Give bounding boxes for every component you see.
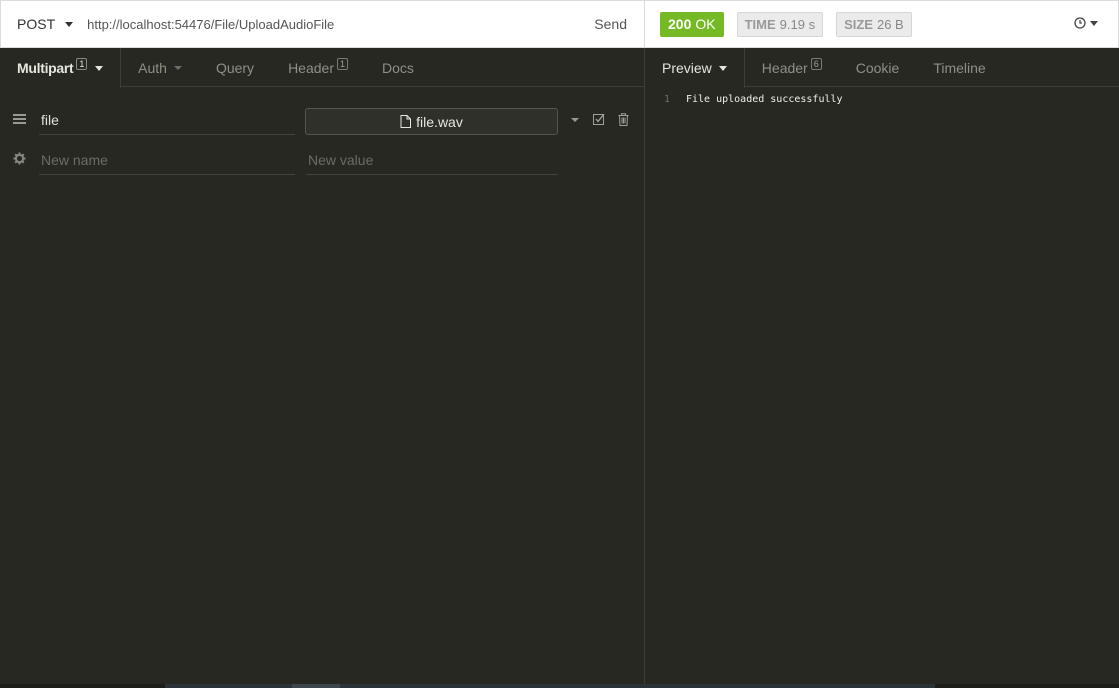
time-label: TIME (744, 16, 776, 32)
tab-preview-label: Preview (662, 60, 712, 76)
size-badge: SIZE 26 B (836, 11, 912, 37)
chevron-down-icon (1090, 20, 1098, 26)
insomnia-app: POST Send Multipart 1 Auth Query Header … (0, 0, 1119, 688)
response-body[interactable]: 1 File uploaded successfully (645, 92, 1119, 106)
new-name-input[interactable] (39, 145, 295, 175)
tab-response-header-label: Header (761, 59, 808, 76)
taskbar-edge (0, 684, 1119, 688)
status-text: OK (695, 16, 716, 32)
chevron-down-icon[interactable] (571, 118, 579, 122)
tab-query-label: Query (215, 59, 255, 76)
status-code: 200 (668, 16, 692, 32)
tab-cookie[interactable]: Cookie (839, 48, 917, 87)
response-pane: 200 OK TIME 9.19 s SIZE 26 B Preview Hea… (645, 0, 1119, 688)
url-input[interactable] (87, 10, 581, 38)
status-badge: 200 OK (660, 11, 724, 37)
tab-multipart-count: 1 (76, 58, 88, 70)
new-value-input[interactable] (306, 145, 558, 175)
tab-response-header-count: 6 (810, 57, 822, 70)
chevron-down-icon (65, 21, 74, 27)
history-dropdown[interactable] (1074, 17, 1098, 29)
chevron-down-icon (173, 65, 182, 70)
gear-icon[interactable] (13, 152, 26, 165)
method-label: POST (17, 16, 56, 32)
time-badge: TIME 9.19 s (736, 11, 824, 37)
response-tabs: Preview Header 6 Cookie Timeline (645, 48, 1119, 88)
multipart-param-row: file.wav (0, 105, 645, 135)
tab-query[interactable]: Query (199, 48, 271, 87)
tab-multipart-label: Multipart (17, 60, 74, 76)
line-number: 1 (663, 93, 670, 105)
line-text: File uploaded successfully (686, 93, 843, 105)
response-line: 1 File uploaded successfully (645, 92, 1119, 106)
file-icon (400, 115, 412, 128)
send-button[interactable]: Send (580, 1, 644, 47)
request-tabs: Multipart 1 Auth Query Header 1 Docs (0, 48, 644, 88)
url-bar: POST Send (0, 0, 645, 48)
tab-header[interactable]: Header 1 (271, 48, 365, 87)
time-value: 9.19 s (779, 16, 816, 32)
tab-header-label: Header (288, 59, 334, 76)
checkbox-icon[interactable] (593, 113, 605, 125)
new-param-row (0, 145, 645, 175)
tab-docs-label: Docs (382, 59, 414, 76)
file-name-label: file.wav (416, 113, 463, 130)
tab-auth-label: Auth (138, 59, 167, 76)
tab-cookie-label: Cookie (855, 59, 900, 76)
size-value: 26 B (876, 16, 904, 32)
tab-header-count: 1 (336, 57, 348, 70)
tab-timeline-label: Timeline (933, 59, 986, 76)
response-status-bar: 200 OK TIME 9.19 s SIZE 26 B (645, 0, 1119, 48)
size-label: SIZE (844, 16, 873, 32)
choose-file-button[interactable]: file.wav (305, 108, 558, 135)
request-pane: POST Send Multipart 1 Auth Query Header … (0, 0, 645, 688)
param-name-input[interactable] (39, 105, 295, 135)
tab-preview[interactable]: Preview (645, 48, 745, 88)
trash-icon[interactable] (618, 113, 629, 126)
tab-auth[interactable]: Auth (121, 48, 199, 87)
tab-response-header[interactable]: Header 6 (745, 48, 839, 87)
chevron-down-icon (95, 65, 104, 71)
clock-icon (1074, 17, 1086, 29)
drag-handle-icon[interactable] (13, 114, 26, 124)
chevron-down-icon (718, 65, 727, 71)
tab-multipart[interactable]: Multipart 1 (0, 48, 122, 88)
tab-timeline[interactable]: Timeline (916, 48, 1002, 87)
method-dropdown[interactable]: POST (1, 1, 74, 47)
tab-docs[interactable]: Docs (365, 48, 431, 87)
